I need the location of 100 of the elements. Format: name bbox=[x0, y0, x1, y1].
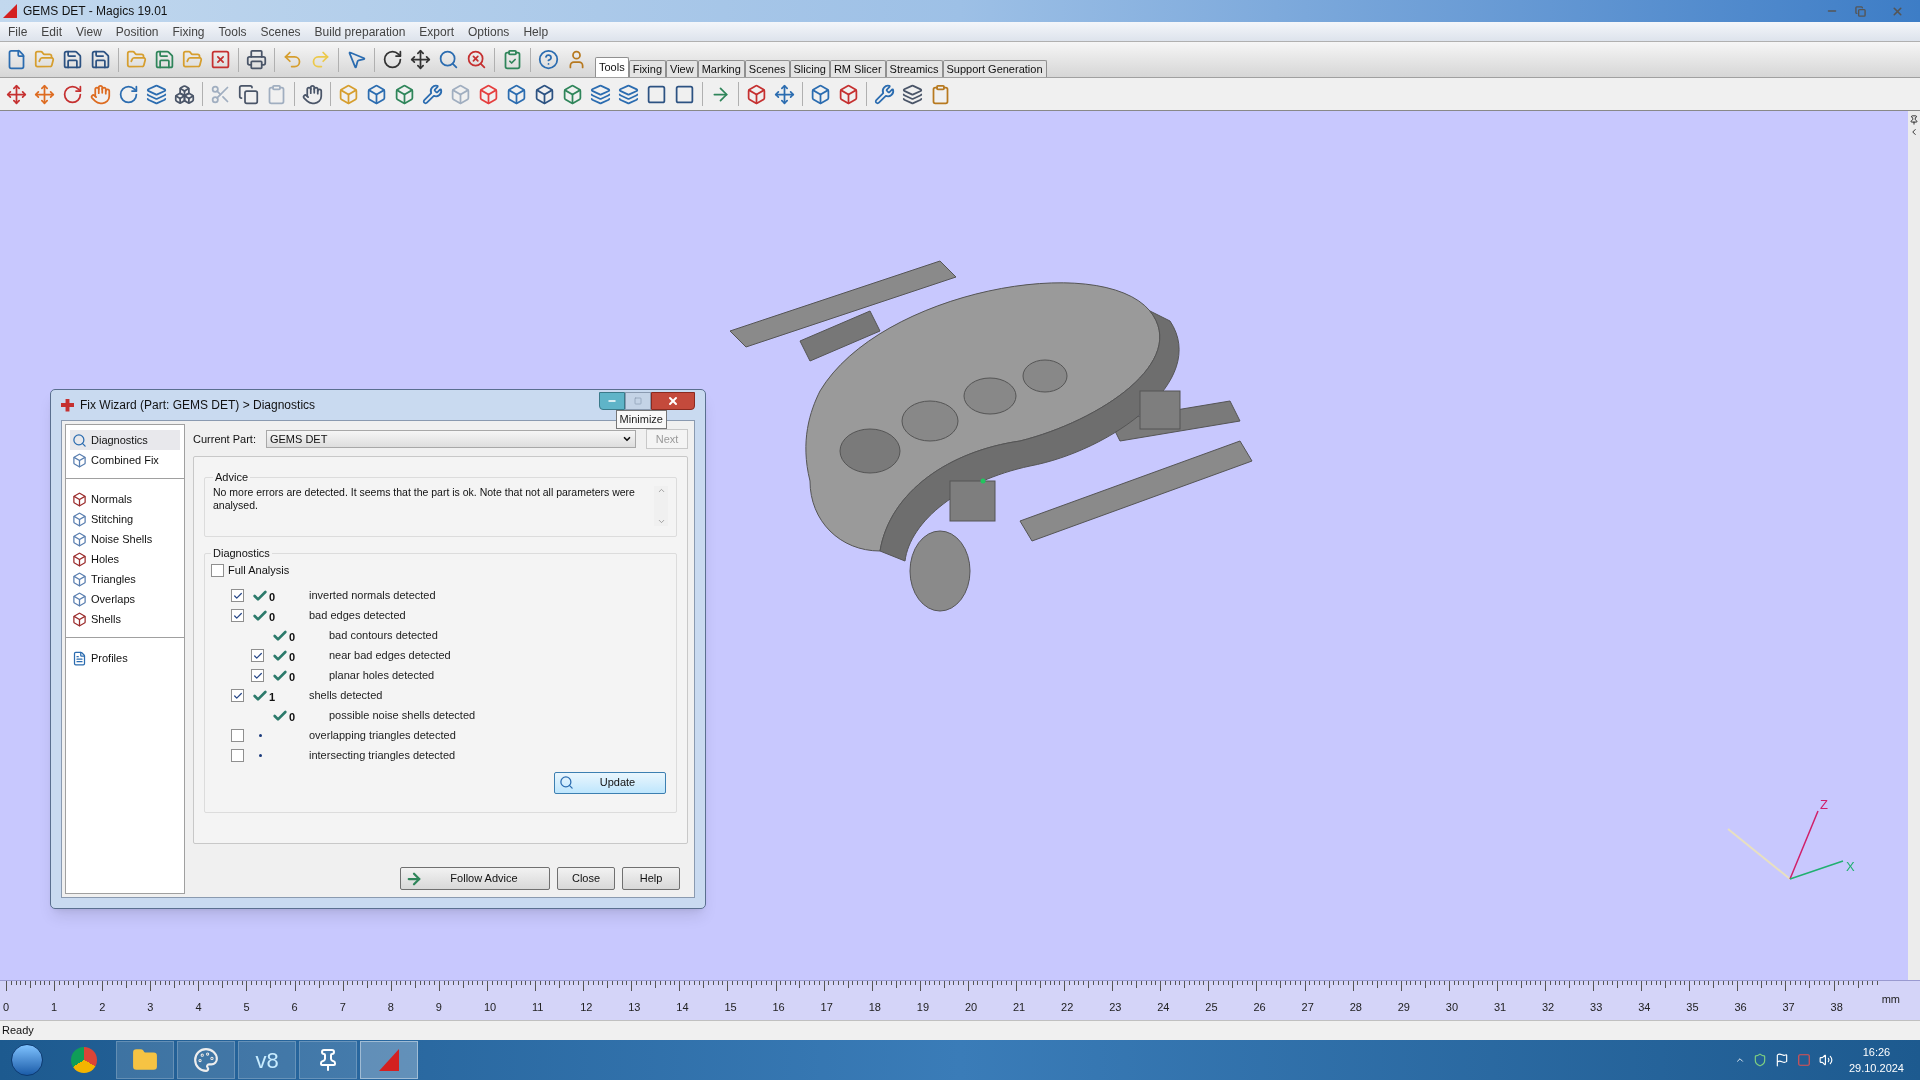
ribbon-tab[interactable]: Streamics bbox=[885, 60, 943, 77]
zoom-icon[interactable] bbox=[438, 49, 459, 70]
menu-item[interactable]: Edit bbox=[41, 22, 63, 41]
ruler-label: 34 bbox=[1638, 1000, 1651, 1015]
close-file-icon[interactable] bbox=[210, 49, 231, 70]
cube-icon[interactable] bbox=[506, 83, 527, 105]
app-button[interactable] bbox=[360, 1041, 418, 1079]
sidebar-item[interactable]: Diagnostics bbox=[70, 430, 180, 450]
dialog-button[interactable]: Help bbox=[622, 867, 680, 890]
pointer-icon[interactable] bbox=[346, 49, 367, 70]
sidebar-item[interactable]: Overlaps bbox=[70, 589, 180, 609]
sidebar-item[interactable]: Combined Fix bbox=[70, 450, 180, 470]
3d-viewport[interactable] bbox=[0, 111, 1920, 980]
ribbon-tab[interactable]: Scenes bbox=[744, 60, 790, 77]
printer-icon[interactable] bbox=[246, 49, 267, 70]
save-as-icon[interactable] bbox=[90, 49, 111, 70]
paint-button[interactable] bbox=[177, 1041, 235, 1079]
checkbox[interactable] bbox=[251, 649, 264, 662]
shield-icon[interactable] bbox=[1752, 1053, 1767, 1067]
copy-icon[interactable] bbox=[238, 83, 259, 105]
flag-icon[interactable] bbox=[1774, 1053, 1789, 1067]
checklist-icon[interactable] bbox=[502, 49, 523, 70]
new-file-icon[interactable] bbox=[6, 49, 27, 70]
cube-icon[interactable] bbox=[394, 83, 415, 105]
browser-logo-icon bbox=[71, 1047, 97, 1073]
cube-icon[interactable] bbox=[478, 83, 499, 105]
advice-heading: Advice bbox=[214, 470, 250, 485]
current-part-label: Current Part: bbox=[193, 431, 256, 447]
checkbox[interactable] bbox=[231, 729, 244, 742]
update-button[interactable]: Update bbox=[554, 771, 666, 794]
cube-icon[interactable] bbox=[746, 83, 767, 105]
dialog-button[interactable]: Follow Advice bbox=[400, 867, 550, 890]
checkbox[interactable] bbox=[231, 689, 244, 702]
ribbon-tab[interactable]: Support Generation bbox=[942, 60, 1047, 77]
ribbon-tab[interactable]: View bbox=[666, 60, 698, 77]
frame-icon[interactable] bbox=[646, 83, 667, 105]
ruler-label: 0 bbox=[3, 1000, 10, 1015]
help-icon[interactable] bbox=[538, 49, 559, 70]
cube-icon[interactable] bbox=[838, 83, 859, 105]
save-icon[interactable] bbox=[154, 49, 175, 70]
zoom-reset-icon[interactable] bbox=[466, 49, 487, 70]
checkbox[interactable] bbox=[251, 669, 264, 682]
full-analysis-checkbox[interactable] bbox=[211, 564, 224, 577]
tool-icon[interactable] bbox=[422, 83, 443, 105]
close-icon bbox=[1890, 4, 1904, 18]
sidebar-item[interactable]: Normals bbox=[70, 489, 180, 509]
sidebar-item[interactable]: Stitching bbox=[70, 509, 180, 529]
cube-icon[interactable] bbox=[366, 83, 387, 105]
cube-icon[interactable] bbox=[562, 83, 583, 105]
minimize-button[interactable] bbox=[599, 392, 625, 410]
move-icon[interactable] bbox=[410, 49, 431, 70]
sidebar-item[interactable]: Triangles bbox=[70, 569, 180, 589]
checkbox[interactable] bbox=[231, 749, 244, 762]
ruler-label: 10 bbox=[483, 1000, 497, 1015]
menu-item[interactable]: Scenes bbox=[260, 22, 301, 41]
diagnostics-heading: Diagnostics bbox=[212, 546, 271, 561]
clock-date[interactable]: 29.10.2024 bbox=[1848, 1060, 1904, 1077]
menu-item[interactable]: Position bbox=[115, 22, 159, 41]
menu-item[interactable]: Fixing bbox=[172, 22, 205, 41]
app-button[interactable]: v8 bbox=[238, 1041, 296, 1079]
app-button[interactable] bbox=[299, 1041, 357, 1079]
menu-item[interactable]: Options bbox=[468, 22, 510, 41]
sidebar-item[interactable]: Holes bbox=[70, 549, 180, 569]
part-dropdown[interactable]: GEMS DET bbox=[265, 430, 636, 448]
duplicate-icon[interactable] bbox=[174, 83, 195, 105]
dialog-button[interactable]: Close bbox=[557, 867, 615, 890]
sidebar-item[interactable]: Noise Shells bbox=[70, 529, 180, 549]
menu-item[interactable]: Build preparation bbox=[314, 22, 406, 41]
menu-item[interactable]: Tools bbox=[218, 22, 247, 41]
pin-icon[interactable] bbox=[1909, 115, 1919, 125]
ribbon-tab[interactable]: Marking bbox=[697, 60, 745, 77]
close-button[interactable] bbox=[651, 392, 695, 410]
cube-icon[interactable] bbox=[810, 83, 831, 105]
menu-item[interactable]: Export bbox=[419, 22, 454, 41]
ribbon-tab[interactable]: RM Slicer bbox=[829, 60, 886, 77]
ruler-label: 28 bbox=[1349, 1000, 1362, 1015]
sidebar-item[interactable]: Profiles bbox=[70, 648, 180, 668]
translate-icon[interactable] bbox=[6, 83, 27, 105]
speaker-icon[interactable] bbox=[1818, 1053, 1833, 1067]
frame-icon[interactable] bbox=[674, 83, 695, 105]
cube-icon[interactable] bbox=[534, 83, 555, 105]
ribbon-tab[interactable]: Fixing bbox=[628, 60, 667, 77]
cube-icon bbox=[72, 511, 87, 527]
collapse-icon[interactable] bbox=[1909, 127, 1919, 137]
cube-icon bbox=[72, 491, 87, 507]
file-explorer-button[interactable] bbox=[116, 1041, 174, 1079]
checkbox[interactable] bbox=[231, 589, 244, 602]
ruler-label: 9 bbox=[435, 1000, 442, 1015]
menu-item[interactable]: File bbox=[8, 22, 28, 41]
ribbon-tab[interactable]: Tools bbox=[595, 57, 629, 77]
tray-expand-icon[interactable] bbox=[1734, 1055, 1745, 1065]
hand-icon[interactable] bbox=[302, 83, 323, 105]
sidebar-item[interactable]: Shells bbox=[70, 609, 180, 629]
clock-time[interactable]: 16:26 bbox=[1862, 1043, 1891, 1060]
save-icon[interactable] bbox=[62, 49, 83, 70]
menu-item[interactable]: View bbox=[76, 22, 102, 41]
menu-item[interactable]: Help bbox=[523, 22, 549, 41]
translate-icon[interactable] bbox=[34, 83, 55, 105]
ribbon-tab[interactable]: Slicing bbox=[789, 60, 830, 77]
checkbox[interactable] bbox=[231, 609, 244, 622]
